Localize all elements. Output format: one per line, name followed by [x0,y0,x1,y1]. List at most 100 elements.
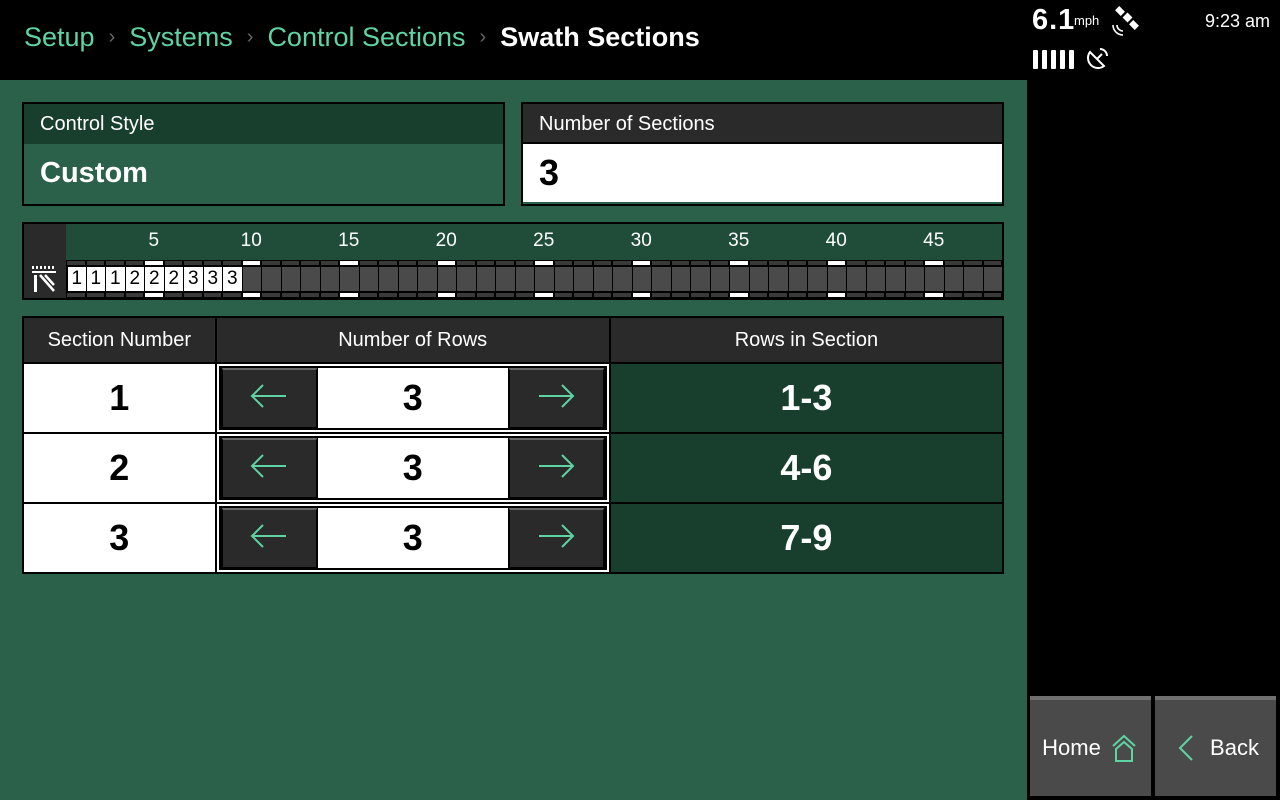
section-number: 3 [24,504,215,572]
breadcrumb-separator: › [108,26,116,48]
strip-tick-label: 25 [533,230,555,251]
row-cell [632,260,651,298]
rows-value: 3 [402,517,423,558]
row-cell [495,260,515,298]
row-cell [281,260,300,298]
row-cell: 1 [66,260,86,298]
page-title: Swath Sections [500,22,700,52]
breadcrumb-control-sections[interactable]: Control Sections [267,22,465,53]
row-cell-section [710,267,729,291]
row-cell-section [476,267,495,291]
decrease-rows-button[interactable] [220,367,318,429]
strip-tick-label: 20 [435,230,457,251]
breadcrumb-separator: › [246,26,254,48]
strip-tick-labels: 5 10 15 20 25 30 35 40 45 [66,224,1002,260]
row-cell: 2 [164,260,183,298]
row-cell [788,260,807,298]
row-cell-section: 1 [68,267,86,291]
row-cell: 3 [183,260,203,298]
header-rows-in-section: Rows in Section [610,318,1002,362]
number-of-sections-label: Number of Sections [523,104,1002,144]
row-cell [398,260,417,298]
breadcrumb-systems[interactable]: Systems [129,22,233,53]
row-cell-section: 1 [106,267,125,291]
row-cell-section [613,267,632,291]
home-button[interactable]: Home [1030,696,1151,796]
increase-rows-button[interactable] [507,437,605,499]
row-cell-section [574,267,593,291]
row-cell [456,260,476,298]
row-cell-section: 1 [86,267,105,291]
speed-unit: mph [1074,13,1100,28]
breadcrumb-setup[interactable]: Setup [24,22,95,53]
row-cell-section [515,267,534,291]
row-cell [437,260,456,298]
arrow-left-icon [250,453,288,484]
row-cell-section [340,267,359,291]
row-cell-section [535,267,554,291]
satellite-dish-icon [1087,48,1108,69]
control-style-value: Custom [24,144,503,204]
row-cell [651,260,671,298]
row-cell [554,260,573,298]
row-cell-section [944,267,963,291]
row-cell-section [847,267,866,291]
arrow-right-icon [537,383,575,414]
number-of-sections-field[interactable]: Number of Sections 3 [521,102,1004,206]
row-cell [963,260,983,298]
planter-icon [32,266,56,292]
increase-rows-button[interactable] [507,367,605,429]
row-cell-section [925,267,944,291]
row-cell-section: 3 [184,267,203,291]
row-cell [261,260,281,298]
row-cell [866,260,885,298]
row-cell-section [242,267,261,291]
control-style-card: Control Style Custom [22,102,505,206]
row-cell-section [301,267,320,291]
rows-in-section: 4-6 [610,434,1002,502]
arrow-right-icon [537,523,575,554]
arrow-left-icon [250,383,288,414]
strip-cells: 111222333 [66,260,1002,298]
arrow-left-icon [250,523,288,554]
row-cell [339,260,359,298]
decrease-rows-button[interactable] [220,507,318,569]
row-cell-section: 2 [125,267,144,291]
row-cell-section [359,267,378,291]
row-cell [690,260,710,298]
strip-tick-label: 35 [728,230,750,251]
row-cell-section [827,267,846,291]
row-cell [905,260,924,298]
rows-stepper: 3 [216,364,609,432]
home-icon [1112,734,1136,762]
row-cell-section [593,267,612,291]
table-row: 2 3 4-6 [24,432,1002,502]
row-cell-section [866,267,885,291]
rows-value: 3 [402,447,423,488]
row-cell [320,260,339,298]
row-cell [378,260,398,298]
row-cell-section [262,267,281,291]
back-button[interactable]: Back [1155,696,1276,796]
number-of-sections-input[interactable]: 3 [523,144,1002,202]
strip-tick-label: 5 [148,230,160,251]
strip-tick-label: 30 [630,230,652,251]
decrease-rows-button[interactable] [220,437,318,499]
row-cell-section: 2 [164,267,183,291]
row-cell-section [730,267,749,291]
row-cell-section: 3 [203,267,222,291]
breadcrumb: Setup › Systems › Control Sections › Swa… [24,22,700,53]
row-cell [300,260,320,298]
row-cell-section [496,267,515,291]
arrow-right-icon [537,453,575,484]
chevron-left-icon [1178,735,1193,761]
row-cell [417,260,437,298]
section-number: 2 [24,434,215,502]
row-cell-section [418,267,437,291]
row-cell-section [983,267,1002,291]
row-cell: 3 [203,260,222,298]
home-label: Home [1042,735,1101,760]
signal-bars-icon [1033,50,1074,69]
rows-in-section: 7-9 [610,504,1002,572]
increase-rows-button[interactable] [507,507,605,569]
